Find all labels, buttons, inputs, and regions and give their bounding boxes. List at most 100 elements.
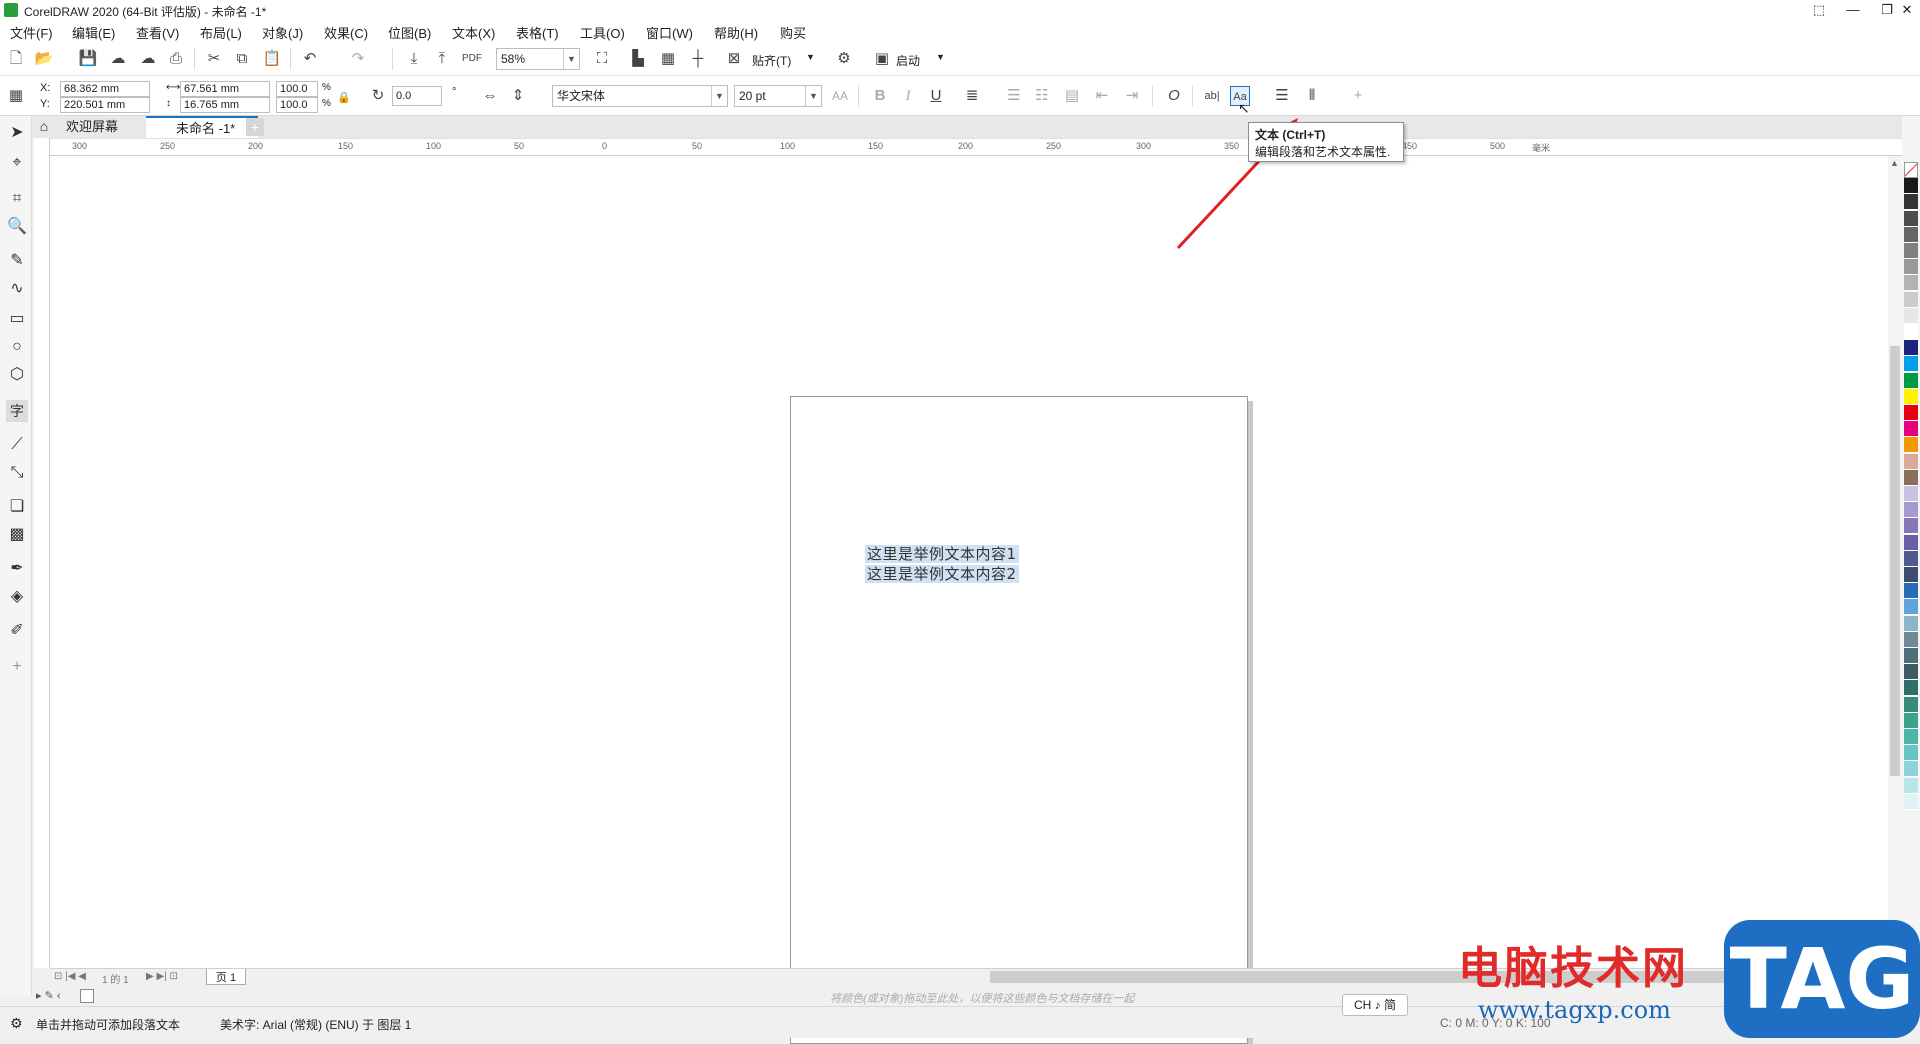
- redo-icon[interactable]: ↷: [348, 49, 368, 69]
- chevron-down-icon[interactable]: ▼: [936, 52, 945, 62]
- menu-layout[interactable]: 布局(L): [200, 23, 242, 42]
- lock-ratio-icon[interactable]: 🔒: [334, 88, 354, 108]
- palette-swatch[interactable]: [1904, 307, 1918, 324]
- text-alignment-icon[interactable]: ≣: [962, 86, 982, 106]
- palette-swatch[interactable]: [1904, 340, 1918, 357]
- palette-swatch[interactable]: [1904, 421, 1918, 438]
- shape-tool-icon[interactable]: ⌖: [6, 152, 28, 174]
- launch-icon[interactable]: ▣: [872, 49, 892, 69]
- mirror-vertical-icon[interactable]: ⇕: [508, 86, 528, 106]
- cloud-upload-icon[interactable]: ☁: [138, 49, 158, 69]
- palette-swatch[interactable]: [1904, 275, 1918, 292]
- minimize-button[interactable]: —: [1836, 0, 1870, 20]
- undo-icon[interactable]: ↶: [300, 49, 320, 69]
- guidelines-icon[interactable]: ┼: [688, 49, 708, 69]
- close-button[interactable]: ✕: [1890, 0, 1920, 20]
- drop-shadow-icon[interactable]: ❏: [6, 496, 28, 518]
- palette-swatch[interactable]: [1904, 712, 1918, 729]
- palette-swatch[interactable]: [1904, 745, 1918, 762]
- palette-swatch[interactable]: [1904, 291, 1918, 308]
- document-page[interactable]: 这里是举例文本内容1 这里是举例文本内容2: [790, 396, 1248, 1044]
- zoom-tool-icon[interactable]: 🔍: [6, 216, 28, 238]
- vertical-text-icon[interactable]: ⦀: [1302, 86, 1322, 106]
- menu-file[interactable]: 文件(F): [10, 23, 53, 42]
- palette-swatch[interactable]: [1904, 793, 1918, 810]
- artistic-media-icon[interactable]: ∿: [6, 278, 28, 300]
- zoom-combo[interactable]: 58% ▼: [496, 48, 580, 70]
- pdf-icon[interactable]: PDF: [462, 49, 482, 69]
- menu-view[interactable]: 查看(V): [136, 23, 179, 42]
- palette-controls-icon[interactable]: ▸ ✎ ‹: [36, 989, 61, 1002]
- text-tool-icon[interactable]: 字: [6, 400, 28, 422]
- font-size-combo[interactable]: 20 pt ▼: [734, 85, 822, 107]
- palette-swatch[interactable]: [1904, 729, 1918, 745]
- open-icon[interactable]: 📂: [34, 49, 54, 69]
- scroll-up-icon[interactable]: ▲: [1890, 158, 1899, 168]
- underline-button[interactable]: U: [926, 86, 946, 106]
- no-color-swatch[interactable]: [80, 989, 94, 1003]
- ellipse-tool-icon[interactable]: ○: [6, 336, 28, 358]
- object-origin-icon[interactable]: ▦: [6, 86, 26, 106]
- bullet-list-icon[interactable]: ☰: [1004, 86, 1024, 106]
- palette-swatch[interactable]: [1904, 453, 1918, 470]
- horizontal-text-icon[interactable]: ☰: [1272, 86, 1292, 106]
- italic-button[interactable]: I: [898, 86, 918, 106]
- horizontal-ruler[interactable]: 3002502001501005005010015020025030035040…: [50, 138, 1902, 156]
- increase-indent-icon[interactable]: ⇥: [1122, 86, 1142, 106]
- snap-to-label[interactable]: 贴齐(T): [752, 52, 791, 69]
- font-scale-icon[interactable]: AA: [830, 86, 850, 106]
- mirror-horizontal-icon[interactable]: ⇔: [480, 86, 500, 106]
- decrease-indent-icon[interactable]: ⇤: [1092, 86, 1112, 106]
- palette-swatch[interactable]: [1904, 777, 1918, 794]
- palette-swatch[interactable]: [1904, 648, 1918, 664]
- export-icon[interactable]: ⤒: [432, 49, 452, 69]
- opentype-icon[interactable]: O: [1164, 86, 1184, 106]
- palette-swatch[interactable]: [1904, 243, 1918, 259]
- menu-help[interactable]: 帮助(H): [714, 23, 758, 42]
- palette-swatch[interactable]: [1904, 259, 1918, 276]
- rulers-icon[interactable]: ▙: [628, 49, 648, 69]
- scale-height-field[interactable]: 100.0: [276, 97, 318, 113]
- rectangle-tool-icon[interactable]: ▭: [6, 308, 28, 330]
- menu-effects[interactable]: 效果(C): [324, 23, 368, 42]
- page-tab[interactable]: 页 1: [206, 969, 246, 985]
- polygon-tool-icon[interactable]: ⬡: [6, 364, 28, 386]
- page-nav-controls[interactable]: ⊡ |◀ ◀: [54, 971, 86, 982]
- scrollbar-thumb[interactable]: [1890, 346, 1900, 776]
- palette-swatch[interactable]: [1904, 210, 1918, 227]
- menu-window[interactable]: 窗口(W): [646, 23, 693, 42]
- numbered-list-icon[interactable]: ☷: [1032, 86, 1052, 106]
- new-document-icon[interactable]: 🗋: [6, 49, 26, 69]
- menu-object[interactable]: 对象(J): [262, 23, 303, 42]
- cut-icon[interactable]: ✂: [204, 49, 224, 69]
- font-list-combo[interactable]: 华文宋体 ▼: [552, 85, 728, 107]
- add-tool-icon[interactable]: +: [6, 656, 28, 678]
- scale-width-field[interactable]: 100.0: [276, 81, 318, 97]
- menu-tools[interactable]: 工具(O): [580, 23, 625, 42]
- menu-buy[interactable]: 购买: [780, 23, 806, 42]
- palette-swatch[interactable]: [1904, 583, 1918, 600]
- vertical-ruler[interactable]: [34, 138, 50, 968]
- palette-swatch[interactable]: [1904, 502, 1918, 519]
- drawing-canvas[interactable]: 这里是举例文本内容1 这里是举例文本内容2: [50, 118, 1888, 1044]
- crop-tool-icon[interactable]: ⌗: [6, 188, 28, 210]
- menu-table[interactable]: 表格(T): [516, 23, 559, 42]
- add-icon[interactable]: +: [1348, 86, 1368, 106]
- height-field[interactable]: 16.765 mm: [180, 97, 270, 113]
- help-icon[interactable]: ⬚: [1802, 0, 1836, 20]
- new-tab-icon[interactable]: +: [246, 118, 264, 136]
- options-gear-icon[interactable]: ⚙: [834, 49, 854, 69]
- print-icon[interactable]: ⎙: [166, 49, 186, 69]
- smart-fill-icon[interactable]: ✐: [6, 620, 28, 642]
- launch-label[interactable]: 启动: [896, 52, 920, 69]
- cloud-download-icon[interactable]: ☁: [108, 49, 128, 69]
- edit-text-icon[interactable]: ab|: [1202, 86, 1222, 106]
- transparency-icon[interactable]: ▩: [6, 524, 28, 546]
- parallel-dimension-icon[interactable]: ⟋: [6, 434, 28, 456]
- tab-welcome[interactable]: 欢迎屏幕: [36, 116, 154, 138]
- settings-gear-icon[interactable]: ⚙: [10, 1015, 23, 1032]
- rotation-field[interactable]: 0.0: [392, 86, 442, 106]
- palette-swatch[interactable]: [1904, 194, 1918, 211]
- palette-swatch[interactable]: [1904, 696, 1918, 713]
- text-line-2[interactable]: 这里是举例文本内容2: [865, 563, 1019, 584]
